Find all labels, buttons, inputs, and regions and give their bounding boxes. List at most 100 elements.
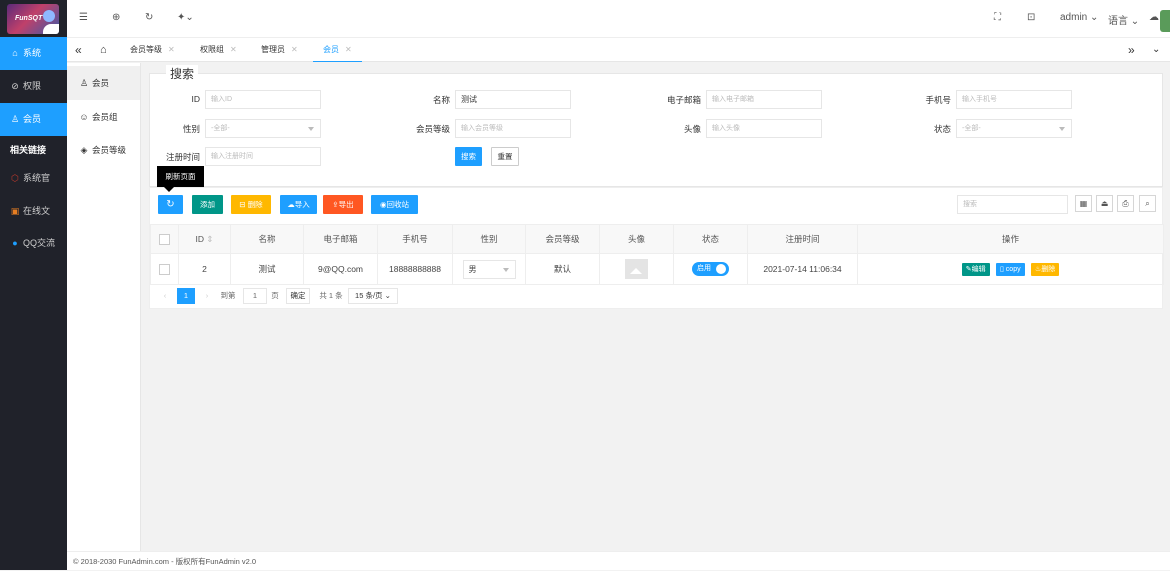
diamond-icon: ◈	[80, 145, 88, 155]
export-print-icon[interactable]: ⏏	[1096, 195, 1113, 212]
select-all-cell[interactable]	[150, 224, 179, 254]
cell-name: 测试	[230, 253, 304, 285]
next-page-icon[interactable]: ›	[200, 288, 214, 304]
level-input[interactable]: 输入会员等级	[455, 119, 571, 138]
fullscreen-icon[interactable]: ⛶	[994, 12, 1001, 23]
side-handle[interactable]	[1160, 10, 1170, 32]
import-button[interactable]: ☁导入	[280, 195, 317, 214]
tab-close-icon[interactable]: ✕	[230, 45, 237, 54]
email-input[interactable]: 输入电子邮箱	[706, 90, 822, 109]
col-id[interactable]: ID ⇕	[178, 224, 231, 254]
home-icon: ⌂	[12, 48, 18, 58]
globe-icon[interactable]: ⊕	[112, 12, 120, 23]
status-select[interactable]: -全部-	[956, 119, 1072, 138]
id-input[interactable]: 输入ID	[205, 90, 321, 109]
add-button[interactable]: 添加	[192, 195, 223, 214]
sidebar-item-docs[interactable]: ▣ 在线文	[0, 195, 67, 228]
page-input[interactable]: 1	[243, 288, 267, 304]
menu-toggle-icon[interactable]: ☰	[79, 12, 88, 23]
sidebar-item-label: 权限	[23, 81, 42, 91]
status-toggle[interactable]: 启用	[692, 262, 729, 276]
cell-sex: 男	[452, 253, 526, 285]
tab-auth-group[interactable]: 权限组 ✕	[200, 38, 237, 62]
create-time-label: 注册时间	[165, 152, 200, 162]
tab-close-icon[interactable]: ✕	[345, 45, 352, 54]
tab-close-icon[interactable]: ✕	[291, 45, 298, 54]
status-toggle-label: 启用	[697, 265, 711, 272]
columns-icon[interactable]: ▦	[1075, 195, 1092, 212]
tab-member-level[interactable]: 会员等级 ✕	[130, 38, 175, 62]
logo[interactable]: FunSQT	[7, 4, 59, 34]
submenu-item-member-group[interactable]: ☺ 会员组	[67, 100, 140, 134]
edit-button[interactable]: ✎编辑	[961, 262, 990, 276]
mobile-input[interactable]: 输入手机号	[956, 90, 1072, 109]
cell-avatar	[599, 253, 674, 285]
tab-close-icon[interactable]: ✕	[168, 45, 175, 54]
refresh-icon[interactable]: ↻	[145, 12, 153, 23]
id-label: ID	[191, 94, 201, 104]
total-count: 共 1 条	[319, 291, 343, 300]
submenu-item-member[interactable]: ♙ 会员	[67, 66, 140, 100]
sex-row-value: 男	[468, 264, 477, 274]
refresh-icon: ↻	[166, 199, 175, 210]
per-page-select[interactable]: 15 条/页 ⌄	[348, 288, 398, 304]
select-all-checkbox[interactable]	[159, 233, 170, 245]
sidebar: FunSQT ⌂ 系统 ⊘ 权限 ♙ 会员 相关链接 ⬡ 系统官 ▣ 在线文 ● QQ交流	[0, 0, 67, 570]
search-button[interactable]: 搜索	[455, 147, 482, 166]
goto-confirm-button[interactable]: 确定	[286, 288, 310, 304]
row-delete-button[interactable]: ♨删除	[1030, 262, 1060, 276]
tab-label: 会员	[323, 45, 339, 54]
delete-label: 删除	[247, 200, 263, 209]
cloud-upload-icon: ☁	[287, 200, 295, 209]
tab-member[interactable]: 会员 ✕	[313, 38, 362, 62]
theme-icon[interactable]: ☁	[1149, 12, 1159, 23]
page-unit: 页	[271, 291, 279, 300]
sex-select[interactable]: -全部-	[205, 119, 321, 138]
print-icon[interactable]: ⎙	[1117, 195, 1134, 212]
avatar-image[interactable]	[625, 259, 648, 279]
prev-page-icon[interactable]: ‹	[158, 288, 172, 304]
sidebar-item-system[interactable]: ⌂ 系统	[0, 37, 67, 70]
copy-button[interactable]: ▯ copy	[996, 262, 1025, 276]
sidebar-item-auth[interactable]: ⊘ 权限	[0, 70, 67, 103]
refresh-button[interactable]: ↻	[158, 195, 183, 214]
name-input[interactable]: 测试	[455, 90, 571, 109]
sidebar-item-official[interactable]: ⬡ 系统官	[0, 162, 67, 195]
user-menu[interactable]: admin ⌄	[1060, 12, 1098, 23]
edit-label: 编辑	[971, 265, 986, 273]
page-1-button[interactable]: 1	[177, 288, 195, 304]
per-page-value: 15 条/页	[355, 291, 383, 300]
create-time-input[interactable]: 输入注册时间	[205, 147, 321, 166]
tab-home-icon[interactable]: ⌂	[100, 38, 107, 62]
row-checkbox[interactable]	[159, 263, 170, 275]
table-search-input[interactable]: 搜索	[957, 195, 1068, 214]
tab-admin[interactable]: 管理员 ✕	[261, 38, 298, 62]
search-icon[interactable]: ⌕	[1139, 195, 1156, 212]
recycle-label: 回收站	[386, 200, 410, 209]
delete-button[interactable]: ⊟ 删除	[231, 195, 271, 214]
cell-id: 2	[178, 253, 231, 285]
sidebar-item-qq[interactable]: ● QQ交流	[0, 227, 67, 260]
row-select-cell[interactable]	[150, 253, 179, 285]
sex-row-select[interactable]: 男	[462, 259, 516, 279]
reset-button[interactable]: 重置	[491, 147, 519, 166]
logo-text: FunSQT	[15, 15, 43, 22]
recycle-button[interactable]: ◉回收站	[371, 195, 418, 214]
shield-icon: ⊘	[11, 81, 19, 91]
tab-scroll-left-icon[interactable]: «	[75, 38, 82, 62]
tab-scroll-right-icon[interactable]: »	[1128, 38, 1135, 62]
chevron-down-icon	[502, 267, 509, 272]
sidebar-item-label: 会员	[23, 114, 42, 124]
clear-cache-icon[interactable]: ✦⌄	[177, 12, 194, 23]
tab-menu-chevron-icon[interactable]: ⌄	[1152, 38, 1160, 62]
language-menu[interactable]: 语言 ⌄	[1108, 12, 1139, 27]
export-button[interactable]: ⇪导出	[323, 195, 363, 214]
sort-icon[interactable]: ⇕	[206, 234, 213, 244]
lock-icon[interactable]: ⊡	[1027, 12, 1035, 23]
sidebar-item-member[interactable]: ♙ 会员	[0, 103, 67, 136]
avatar-label: 头像	[683, 124, 701, 134]
table-card: ↻ 添加 ⊟ 删除 ☁导入 ⇪导出 ◉回收站 搜索 ▦ ⏏ ⎙ ⌕ ID ⇕ 名…	[149, 187, 1164, 309]
submenu-item-member-level[interactable]: ◈ 会员等级	[67, 133, 140, 167]
cell-create-time: 2021-07-14 11:06:34	[747, 253, 858, 285]
avatar-input[interactable]: 输入头像	[706, 119, 822, 138]
